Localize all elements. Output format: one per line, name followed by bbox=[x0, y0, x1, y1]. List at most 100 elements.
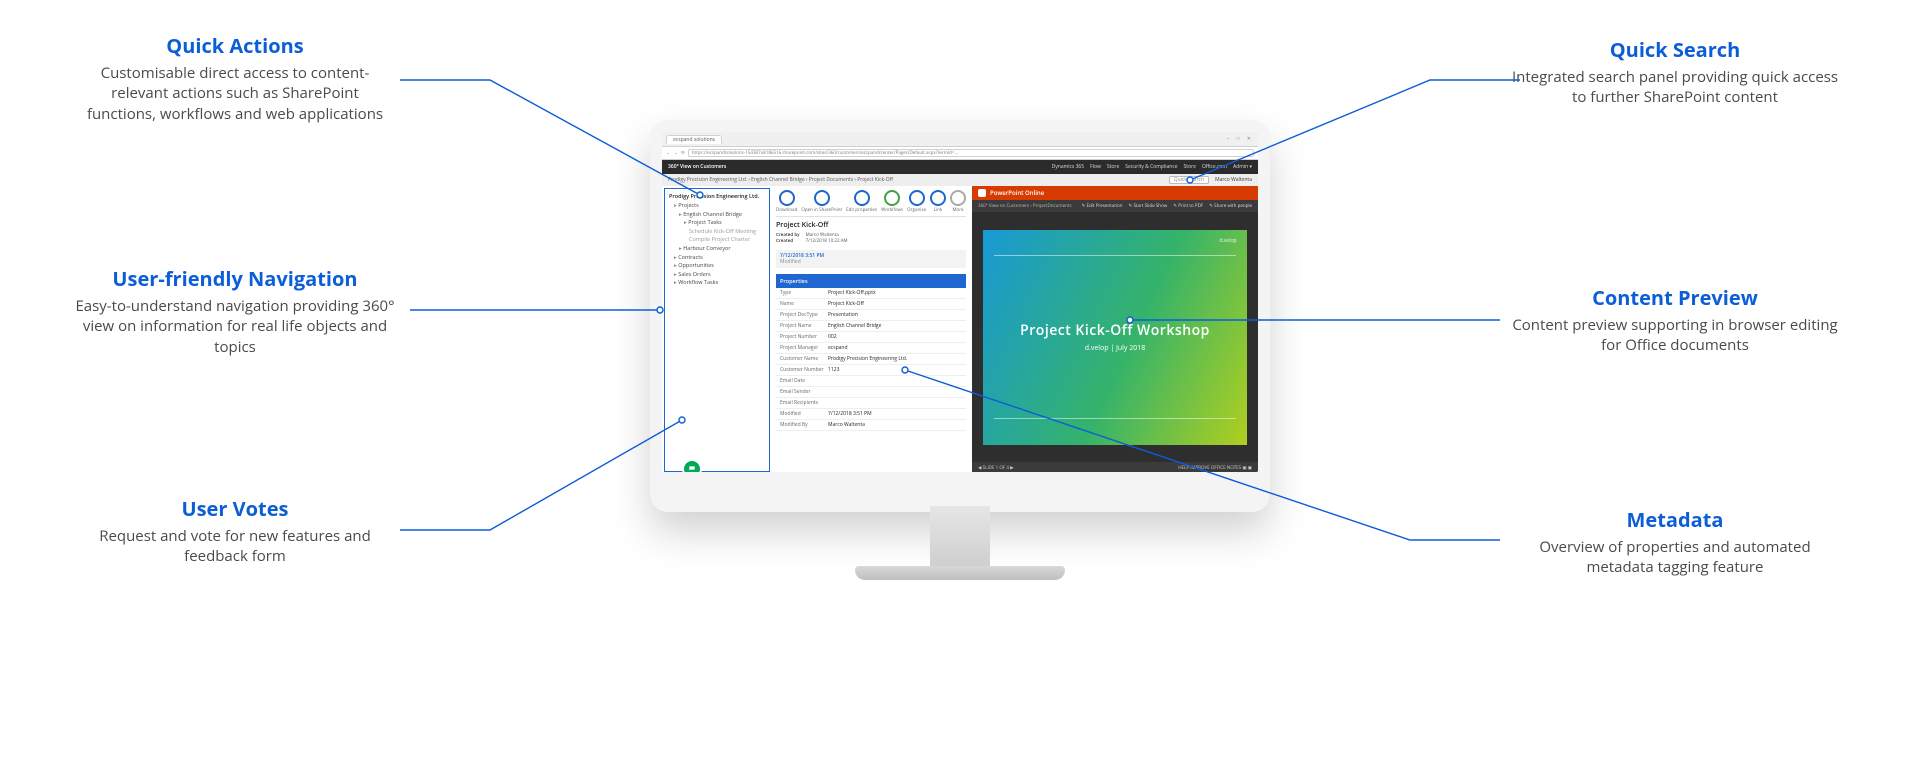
nav-forward-icon[interactable]: → bbox=[674, 150, 679, 156]
doc-created-row: Created byCreated Marco Waltenta7/12/201… bbox=[776, 232, 966, 244]
property-row: Modified7/12/2018 3:51 PM bbox=[776, 409, 966, 420]
doc-title: Project Kick-Off bbox=[776, 221, 966, 230]
properties-header: Properties bbox=[776, 274, 966, 288]
callout-quick-search: Quick Search Integrated search panel pro… bbox=[1505, 36, 1845, 108]
top-admin-menu[interactable]: Admin ▾ bbox=[1233, 164, 1252, 170]
property-key: Type bbox=[780, 290, 828, 296]
slide-counter[interactable]: SLIDE 1 OF 4 bbox=[978, 465, 1014, 471]
pp-action[interactable]: Share with people bbox=[1209, 203, 1252, 209]
content-preview-panel: PowerPoint Online 360° View on Customers… bbox=[972, 186, 1258, 472]
slide-brand-tag: d.velop bbox=[1220, 238, 1237, 244]
slide-subtitle: d.velop | July 2018 bbox=[1085, 344, 1146, 353]
slide-divider bbox=[994, 418, 1236, 419]
sharepoint-icon bbox=[814, 190, 830, 206]
powerpoint-footer: SLIDE 1 OF 4 HELP IMPROVE OFFICE NOTES ▣… bbox=[972, 462, 1258, 472]
property-row: Project Managerecspand bbox=[776, 343, 966, 354]
browser-tab[interactable]: ecspand solutions bbox=[666, 135, 722, 144]
tree-node[interactable]: Contracts bbox=[674, 254, 765, 261]
action-organize[interactable]: Organize bbox=[907, 190, 926, 213]
property-key: Project Number bbox=[780, 334, 828, 340]
property-row: Project DocTypePresentation bbox=[776, 310, 966, 321]
property-value: 7/12/2018 3:51 PM bbox=[828, 411, 962, 417]
tree-node[interactable]: English Channel Bridge Project Tasks Sch… bbox=[679, 211, 765, 243]
tree-node[interactable]: Opportunities bbox=[674, 262, 765, 269]
url-field[interactable]: https://ecspandsolutions-154387a8186516.… bbox=[688, 149, 1254, 157]
modified-label: Modified bbox=[780, 259, 801, 265]
more-icon bbox=[950, 190, 966, 206]
slide-area[interactable]: d.velop Project Kick-Off Workshop d.velo… bbox=[972, 212, 1258, 462]
property-key: Project Name bbox=[780, 323, 828, 329]
action-workflows[interactable]: Workflows bbox=[881, 190, 903, 213]
pp-footer-right[interactable]: HELP IMPROVE OFFICE NOTES ▣ ▣ bbox=[1178, 465, 1252, 471]
property-row: TypeProject Kick-Off.pptx bbox=[776, 288, 966, 299]
monitor-stand-base bbox=[855, 566, 1065, 580]
property-key: Email Sender bbox=[780, 389, 828, 395]
callout-body: Overview of properties and automated met… bbox=[1505, 537, 1845, 578]
tree-node[interactable]: Sales Orders bbox=[674, 271, 765, 278]
context-bar: Prodigy Precision Engineering Ltd. › Eng… bbox=[662, 174, 1258, 186]
global-top-bar: 360° View on Customers Dynamics 365 Flow… bbox=[662, 160, 1258, 174]
tree-leaf[interactable]: Schedule Kick-Off Meeting bbox=[689, 228, 765, 235]
property-key: Customer Name bbox=[780, 356, 828, 362]
top-link[interactable]: Store bbox=[1184, 164, 1196, 170]
callout-content-preview: Content Preview Content preview supporti… bbox=[1505, 284, 1845, 356]
tree-node[interactable]: Project Tasks Schedule Kick-Off Meeting … bbox=[684, 219, 765, 243]
quick-search-input[interactable]: Quick Search bbox=[1169, 176, 1209, 184]
callout-quick-actions: Quick Actions Customisable direct access… bbox=[75, 32, 395, 124]
nav-back-icon[interactable]: ← bbox=[666, 150, 671, 156]
top-link[interactable]: Security & Compliance bbox=[1125, 164, 1177, 170]
pp-action[interactable]: Start Slide Show bbox=[1129, 203, 1168, 209]
tree-leaf[interactable]: Compile Project Charter bbox=[689, 236, 765, 243]
organize-icon bbox=[909, 190, 925, 206]
callout-title: User Votes bbox=[75, 495, 395, 522]
property-value: Presentation bbox=[828, 312, 962, 318]
property-value: Project Kick-Off bbox=[828, 301, 962, 307]
property-key: Project Manager bbox=[780, 345, 828, 351]
powerpoint-brand-bar: PowerPoint Online bbox=[972, 186, 1258, 200]
callout-body: Content preview supporting in browser ed… bbox=[1505, 315, 1845, 356]
browser-tab-strip: ecspand solutions – □ ✕ bbox=[662, 132, 1258, 147]
speech-bubble-icon bbox=[688, 465, 696, 472]
property-value: Prodigy Precision Engineering Ltd. bbox=[828, 356, 962, 362]
tree-root[interactable]: Prodigy Precision Engineering Ltd. bbox=[669, 192, 765, 200]
download-icon bbox=[779, 190, 795, 206]
pp-action[interactable]: Edit Presentation bbox=[1082, 203, 1123, 209]
callout-title: Quick Search bbox=[1505, 36, 1845, 63]
callout-body: Integrated search panel providing quick … bbox=[1505, 67, 1845, 108]
tree-node-projects[interactable]: Projects English Channel Bridge Project … bbox=[674, 202, 765, 252]
tree-node[interactable]: Workflow Tasks bbox=[674, 279, 765, 286]
navigation-tree: Prodigy Precision Engineering Ltd. Proje… bbox=[664, 188, 770, 472]
powerpoint-sub-bar: 360° View on Customers › ProjectDocument… bbox=[972, 200, 1258, 212]
top-link[interactable]: Flow bbox=[1090, 164, 1101, 170]
top-link[interactable]: Office.com bbox=[1202, 164, 1227, 170]
callout-title: Metadata bbox=[1505, 506, 1845, 533]
action-link[interactable]: Link bbox=[930, 190, 946, 213]
current-user[interactable]: Marco Waltenta bbox=[1215, 177, 1252, 183]
preview-breadcrumb[interactable]: 360° View on Customers › ProjectDocument… bbox=[978, 203, 1076, 209]
action-edit-properties[interactable]: Edit properties bbox=[846, 190, 877, 213]
callout-title: Content Preview bbox=[1505, 284, 1845, 311]
property-key: Name bbox=[780, 301, 828, 307]
callout-body: Customisable direct access to content-re… bbox=[75, 63, 395, 124]
slide: d.velop Project Kick-Off Workshop d.velo… bbox=[983, 230, 1246, 445]
callout-title: Quick Actions bbox=[75, 32, 395, 59]
property-value bbox=[828, 389, 962, 395]
action-more[interactable]: More bbox=[950, 190, 966, 213]
property-value: Project Kick-Off.pptx bbox=[828, 290, 962, 296]
property-key: Modified By bbox=[780, 422, 828, 428]
property-row: Email Recipients bbox=[776, 398, 966, 409]
tree-node[interactable]: Harbour Conveyor bbox=[679, 245, 765, 252]
action-open-sharepoint[interactable]: Open in SharePoint bbox=[801, 190, 842, 213]
top-link[interactable]: Dynamics 365 bbox=[1052, 164, 1085, 170]
callout-body: Easy-to-understand navigation providing … bbox=[65, 296, 405, 357]
property-row: Customer NameProdigy Precision Engineeri… bbox=[776, 354, 966, 365]
top-link[interactable]: Store bbox=[1107, 164, 1119, 170]
nav-refresh-icon[interactable]: ⟳ bbox=[681, 150, 685, 156]
action-download[interactable]: Download bbox=[776, 190, 797, 213]
pp-action[interactable]: Print to PDF bbox=[1173, 203, 1203, 209]
breadcrumb[interactable]: Prodigy Precision Engineering Ltd. › Eng… bbox=[668, 177, 1163, 183]
callout-body: Request and vote for new features and fe… bbox=[75, 526, 395, 567]
user-votes-button[interactable] bbox=[684, 461, 700, 472]
app-screen: ecspand solutions – □ ✕ ← → ⟳ https://ec… bbox=[662, 132, 1258, 472]
window-controls[interactable]: – □ ✕ bbox=[1227, 136, 1258, 142]
